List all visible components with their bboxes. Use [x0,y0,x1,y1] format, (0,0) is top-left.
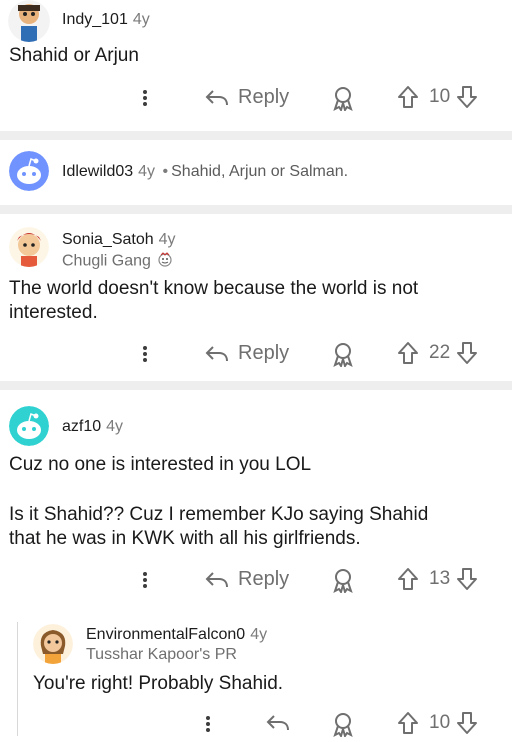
more-options-icon[interactable] [143,570,149,590]
comment-author[interactable]: Indy_101 4y [62,11,150,29]
avatar[interactable] [9,406,49,446]
vote-count: 10 [429,712,451,733]
vote-count: 13 [429,568,451,589]
vote-count: 10 [429,86,451,107]
downvote-icon[interactable] [456,567,478,591]
comment-body: Shahid or Arjun [9,45,139,66]
comment-body: Cuz no one is interested in you LOL Is i… [9,453,428,551]
comment-body: You're right! Probably Shahid. [33,673,284,694]
comment-actions: Reply 22 [0,336,512,372]
award-button[interactable] [331,711,355,737]
downvote-icon[interactable] [456,85,478,109]
award-button[interactable] [331,85,355,111]
comment-actions: Reply 13 [0,562,512,598]
reply-button[interactable]: Reply [204,342,289,365]
upvote-icon[interactable] [397,341,419,365]
award-button[interactable] [331,341,355,367]
user-flair: Tusshar Kapoor's PR [86,646,237,664]
vote-controls: 13 [397,567,478,591]
vote-controls: 10 [397,85,478,109]
downvote-icon[interactable] [456,711,478,735]
username[interactable]: Indy_101 [62,11,128,28]
username[interactable]: Idlewild03 [62,163,133,180]
username[interactable]: EnvironmentalFalcon0 [86,626,245,643]
more-options-icon[interactable] [143,88,149,108]
award-icon [333,569,353,593]
comment-separator [0,131,512,140]
reply-icon [205,345,228,361]
avatar[interactable] [33,624,73,664]
upvote-icon[interactable] [397,567,419,591]
body-line: The world doesn't know because the world… [9,278,419,299]
body-line: Cuz no one is interested in you LOL [9,454,312,475]
comment-age: 4y [138,163,156,180]
avatar[interactable] [9,151,49,191]
upvote-icon[interactable] [397,85,419,109]
comment-separator [0,381,512,390]
comment-author[interactable]: Sonia_Satoh 4y [62,231,176,249]
award-icon [333,87,353,111]
award-button[interactable] [331,567,355,593]
avatar[interactable] [9,227,49,267]
body-line: that he was in KWK with all his girlfrie… [9,528,361,549]
collapsed-comment[interactable]: Idlewild03 4y • Shahid, Arjun or Salman. [62,163,348,181]
comment-preview: Shahid, Arjun or Salman. [171,163,349,180]
comment-age: 4y [250,626,268,643]
comment-author[interactable]: EnvironmentalFalcon0 4y [86,626,267,644]
body-blank-line [9,477,428,503]
reply-icon [205,89,228,105]
reply-button[interactable] [265,712,291,734]
flair-text: Chugli Gang [62,252,151,270]
reply-icon [266,715,289,731]
reply-label: Reply [238,568,290,590]
meta-separator: • [162,163,169,180]
flair-emoji-icon [157,251,173,272]
vote-count: 22 [429,342,451,363]
reply-button[interactable]: Reply [204,86,289,109]
body-line: interested. [9,302,98,323]
comment-age: 4y [106,418,124,435]
more-options-icon[interactable] [143,344,149,364]
comment-author[interactable]: azf10 4y [62,418,123,436]
avatar[interactable] [8,0,50,42]
username[interactable]: azf10 [62,418,101,435]
upvote-icon[interactable] [397,711,419,735]
reply-icon [205,571,228,587]
comment-actions: Reply 10 [0,80,512,116]
comment-separator [0,205,512,214]
username[interactable]: Sonia_Satoh [62,231,154,248]
vote-controls: 22 [397,341,478,365]
body-line: Is it Shahid?? Cuz I remember KJo saying… [9,504,429,525]
more-options-icon[interactable] [206,714,212,734]
reply-button[interactable]: Reply [204,568,289,591]
award-icon [333,713,353,737]
downvote-icon[interactable] [456,341,478,365]
flair-text: Tusshar Kapoor's PR [86,646,237,663]
reply-label: Reply [238,342,290,364]
comment-age: 4y [158,231,176,248]
reply-label: Reply [238,86,290,108]
comment-body: The world doesn't know because the world… [9,277,418,325]
user-flair: Chugli Gang [62,251,173,272]
vote-controls: 10 [397,711,478,735]
comment-age: 4y [132,11,150,28]
award-icon [333,343,353,367]
comment-actions: 10 [0,706,512,742]
